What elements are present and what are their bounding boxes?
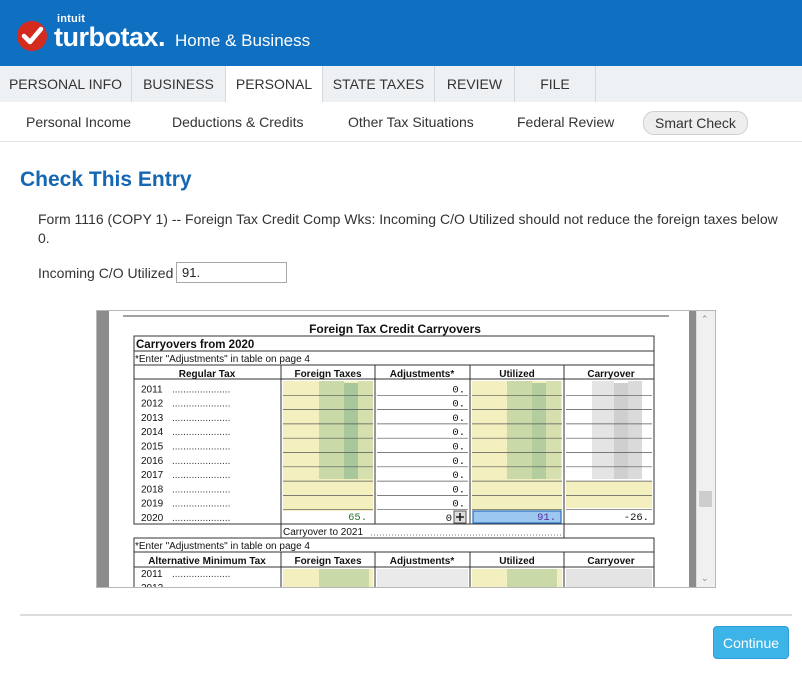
scroll-down-icon[interactable]: ⌄ bbox=[701, 573, 709, 584]
year-2020: 2020 bbox=[141, 513, 164, 524]
svg-text:.....................: ..................... bbox=[172, 569, 230, 580]
subnav-federal-review[interactable]: Federal Review bbox=[517, 114, 614, 130]
year-2014: 2014 bbox=[141, 427, 164, 438]
adjustment-2017: 0. bbox=[452, 470, 465, 482]
tab-state-taxes[interactable]: STATE TAXES bbox=[323, 66, 435, 102]
tab-personal[interactable]: PERSONAL bbox=[225, 66, 323, 103]
col-regular-tax: Regular Tax bbox=[179, 369, 236, 380]
leader-dots: ..................... bbox=[172, 384, 230, 395]
subnav-deductions-credits[interactable]: Deductions & Credits bbox=[172, 114, 304, 130]
leader-dots: ..................... bbox=[172, 413, 230, 424]
col-foreign-taxes: Foreign Taxes bbox=[294, 369, 361, 380]
incoming-co-utilized-label: Incoming C/O Utilized bbox=[38, 265, 174, 281]
col-carryover-amt: Carryover bbox=[587, 556, 634, 567]
tab-business[interactable]: BUSINESS bbox=[132, 66, 226, 102]
adjustment-2019: 0. bbox=[452, 499, 465, 511]
main-tab-bar: PERSONAL INFO BUSINESS PERSONAL STATE TA… bbox=[0, 66, 802, 103]
year-2013: 2013 bbox=[141, 413, 164, 424]
turbotax-check-logo-icon bbox=[17, 21, 47, 51]
foreign-tax-2020: 65. bbox=[348, 512, 367, 524]
form-sheet: Foreign Tax Credit Carryovers Carryovers… bbox=[109, 311, 689, 587]
year-2018: 2018 bbox=[141, 484, 164, 495]
subnav-smart-check[interactable]: Smart Check bbox=[643, 111, 748, 135]
tab-review[interactable]: REVIEW bbox=[435, 66, 515, 102]
leader-dots: ..................... bbox=[172, 484, 230, 495]
amt-year-2011: 2011 bbox=[141, 569, 163, 580]
continue-button[interactable]: Continue bbox=[713, 626, 789, 659]
scroll-up-icon[interactable]: ⌃ bbox=[701, 314, 709, 325]
carryover-worksheet: Foreign Tax Credit Carryovers Carryovers… bbox=[123, 315, 669, 587]
edition-label: Home & Business bbox=[175, 31, 311, 50]
worksheet-title: Foreign Tax Credit Carryovers bbox=[309, 322, 481, 336]
form-viewer: Foreign Tax Credit Carryovers Carryovers… bbox=[96, 310, 716, 588]
leader-dots: ..................... bbox=[172, 499, 230, 510]
leader-dots: ..................... bbox=[172, 427, 230, 438]
leader-dots: ..................... bbox=[172, 470, 230, 481]
viewer-scrollbar[interactable]: ⌃ ⌄ bbox=[696, 311, 715, 587]
adjustment-2016: 0. bbox=[452, 456, 465, 468]
adjustment-2015: 0. bbox=[452, 442, 465, 454]
error-message: Form 1116 (COPY 1) -- Foreign Tax Credit… bbox=[38, 211, 778, 246]
leader-dots: ..................... bbox=[172, 513, 230, 524]
col-utilized-amt: Utilized bbox=[499, 556, 535, 567]
col-amt: Alternative Minimum Tax bbox=[148, 556, 266, 567]
amt-year-2012: 2012 bbox=[141, 583, 164, 587]
scroll-thumb[interactable] bbox=[699, 491, 712, 507]
adjustments-note: *Enter "Adjustments" in table on page 4 bbox=[135, 354, 310, 365]
adjustment-2013: 0. bbox=[452, 413, 465, 425]
adjustment-2018: 0. bbox=[452, 484, 465, 496]
subnav-personal-income[interactable]: Personal Income bbox=[26, 114, 131, 130]
carryover-to-2021-label: Carryover to 2021 bbox=[283, 527, 363, 538]
redacted-utilized bbox=[507, 381, 561, 479]
redacted-carryover bbox=[592, 381, 642, 479]
year-2016: 2016 bbox=[141, 456, 164, 467]
turbotax-wordmark: turbotax. bbox=[54, 22, 166, 52]
col-foreign-taxes-amt: Foreign Taxes bbox=[294, 556, 361, 567]
year-2019: 2019 bbox=[141, 499, 164, 510]
adjustments-note-amt: *Enter "Adjustments" in table on page 4 bbox=[135, 541, 310, 552]
tab-personal-info[interactable]: PERSONAL INFO bbox=[0, 66, 132, 102]
leader-dots: ..................... bbox=[172, 456, 230, 467]
col-adjustments: Adjustments* bbox=[390, 369, 455, 380]
section-heading: Carryovers from 2020 bbox=[136, 339, 254, 351]
leader-dots: ..................... bbox=[172, 399, 230, 410]
year-2015: 2015 bbox=[141, 442, 164, 453]
subnav-other-tax-situations[interactable]: Other Tax Situations bbox=[348, 114, 474, 130]
year-2012: 2012 bbox=[141, 399, 164, 410]
year-2011: 2011 bbox=[141, 384, 163, 395]
redacted-foreign-taxes bbox=[319, 381, 373, 479]
adjustment-2020: 0 bbox=[446, 513, 452, 525]
carryover-2020: -26. bbox=[624, 512, 649, 524]
footer-divider bbox=[20, 614, 792, 616]
adjustment-2014: 0. bbox=[452, 427, 465, 439]
leader-dots: ..................... bbox=[172, 442, 230, 453]
app-header: intuit turbotax. Home & Business bbox=[0, 0, 802, 67]
utilized-2020: 91. bbox=[537, 512, 556, 524]
incoming-co-utilized-input[interactable] bbox=[176, 262, 287, 283]
page-title: Check This Entry bbox=[20, 168, 192, 191]
year-2017: 2017 bbox=[141, 470, 164, 481]
tab-file[interactable]: FILE bbox=[515, 66, 596, 102]
col-utilized: Utilized bbox=[499, 369, 535, 380]
adjustment-2011: 0. bbox=[452, 384, 465, 396]
col-carryover: Carryover bbox=[587, 369, 634, 380]
col-adjustments-amt: Adjustments* bbox=[390, 556, 455, 567]
sub-navigation: Personal Income Deductions & Credits Oth… bbox=[0, 102, 802, 142]
adjustment-2012: 0. bbox=[452, 399, 465, 411]
